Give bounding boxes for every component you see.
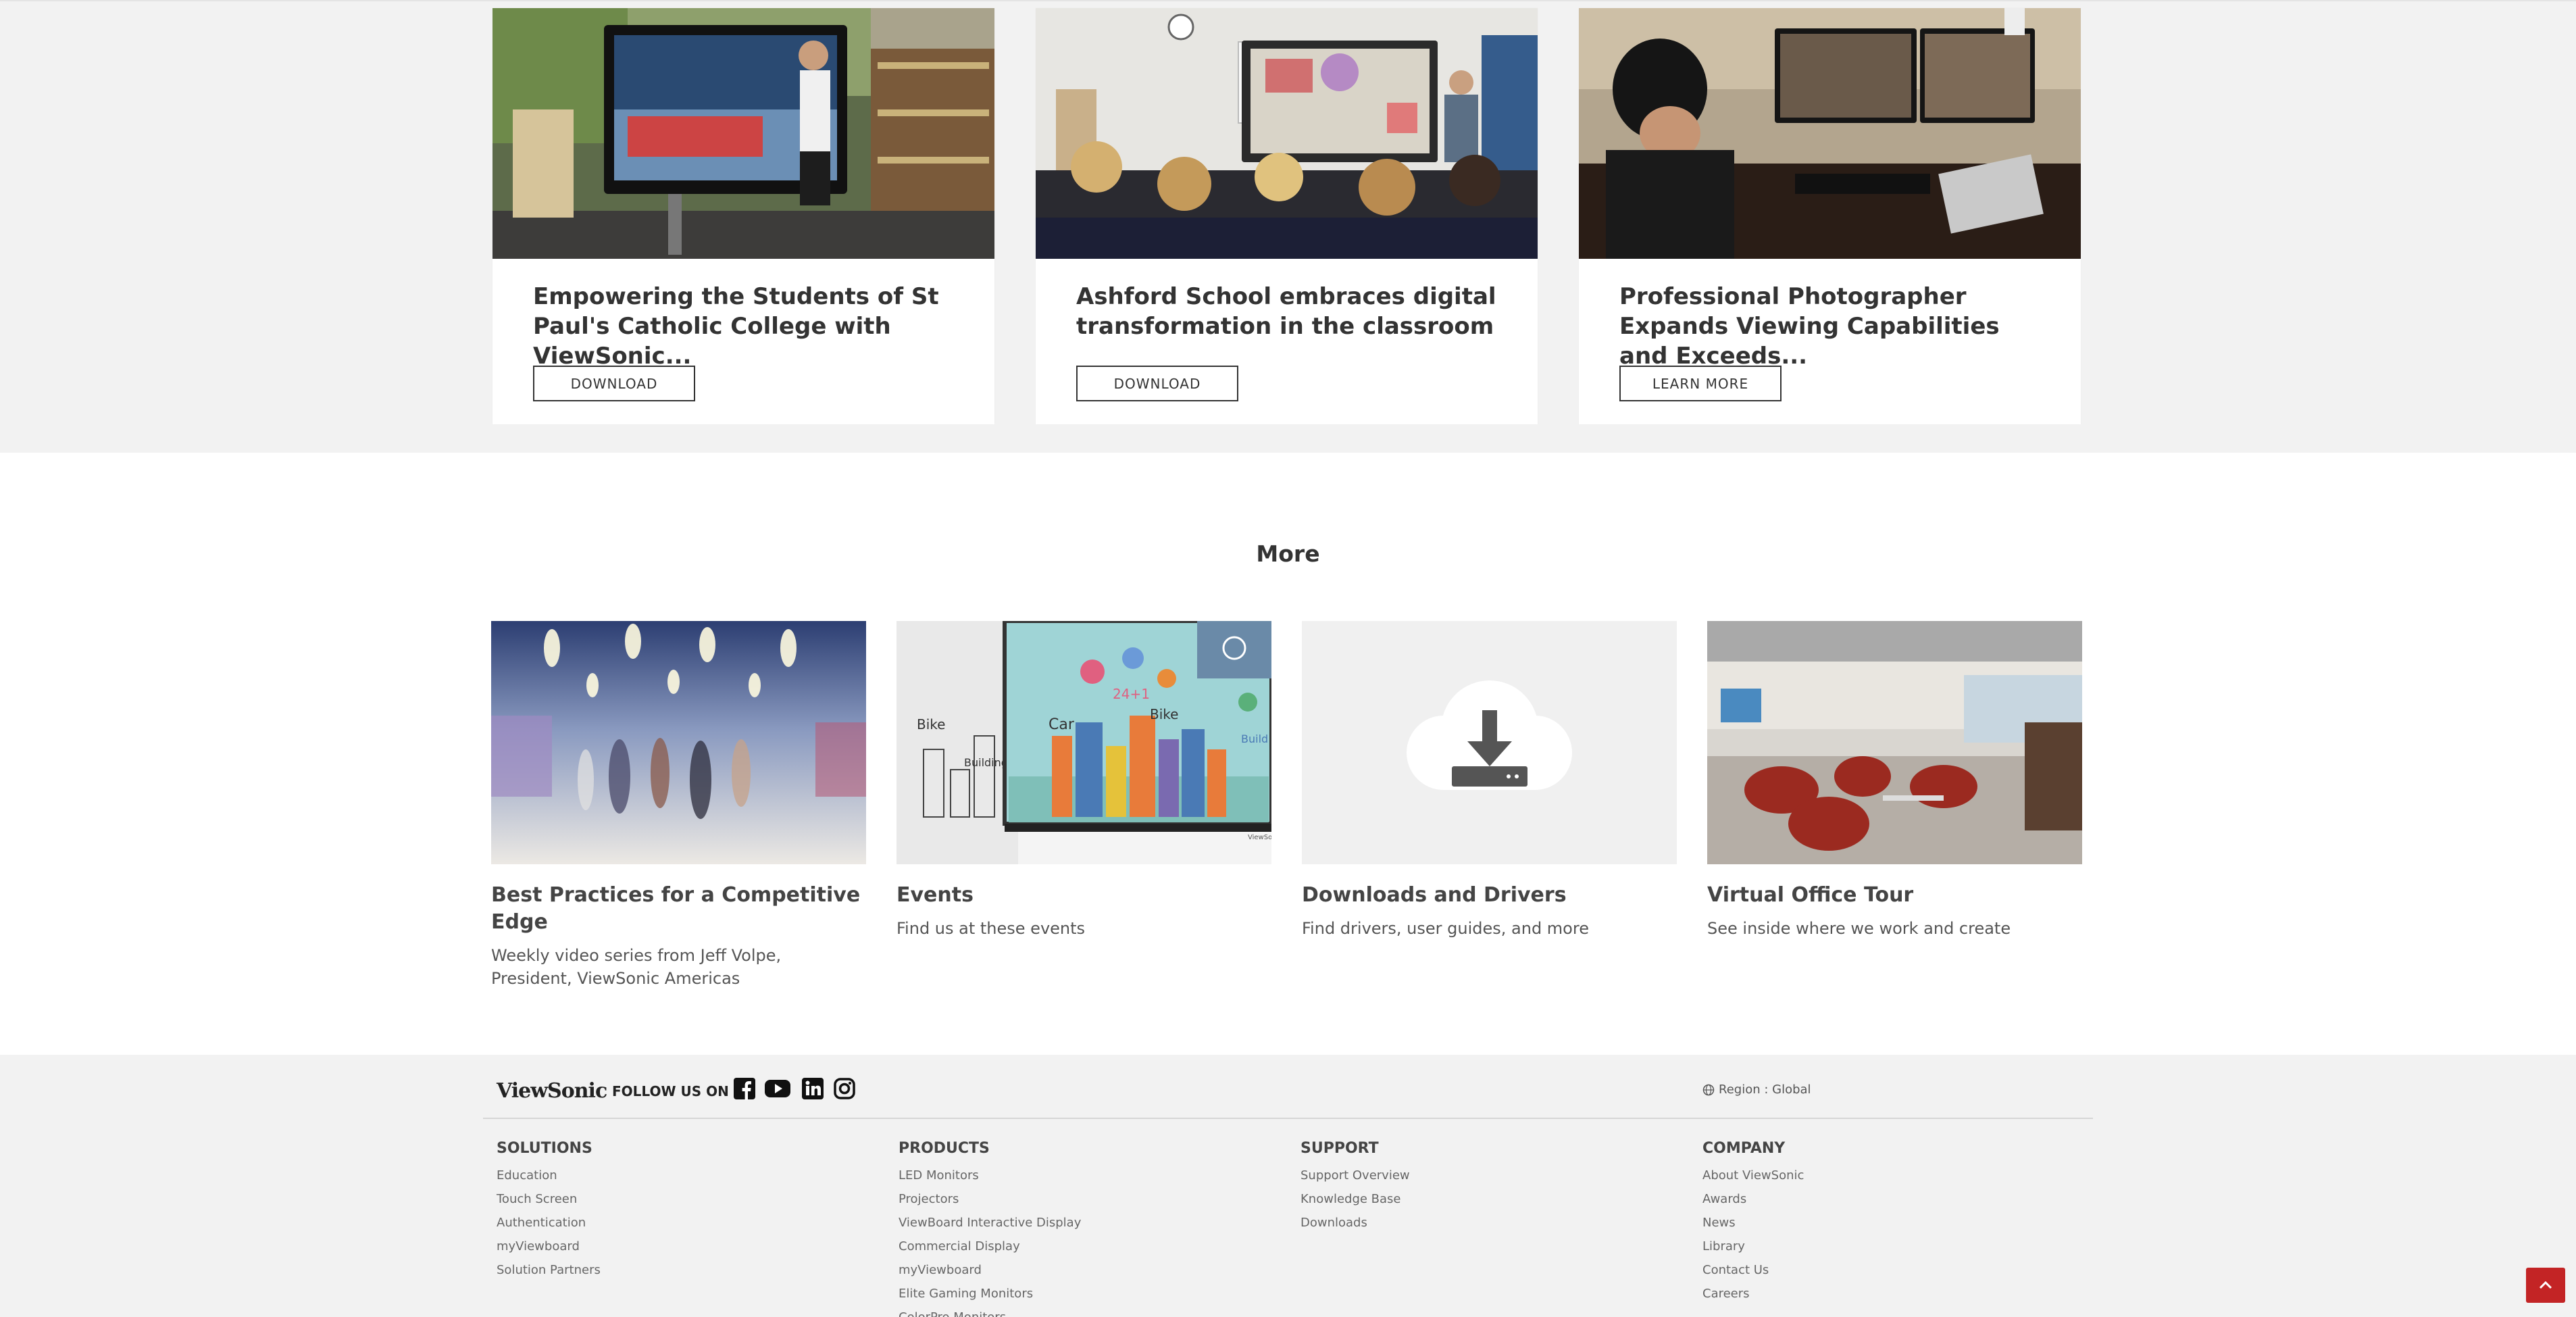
footer-link[interactable]: ColorPro Monitors (899, 1306, 1081, 1317)
more-card-title[interactable]: Downloads and Drivers (1302, 882, 1677, 909)
more-card-description: Find us at these events (896, 919, 1086, 938)
downloads-image[interactable] (1302, 621, 1677, 864)
footer-link[interactable]: Commercial Display (899, 1235, 1081, 1258)
footer-link[interactable]: News (1702, 1211, 1804, 1235)
more-card-description: Find drivers, user guides, and more (1302, 919, 1589, 938)
case-study-card: Empowering the Students of St Paul's Cat… (493, 8, 994, 424)
more-card-events[interactable]: Bike Building Car Bike Build 24+1 ViewSo… (896, 621, 1271, 940)
follow-us-label: FOLLOW US ON (612, 1083, 729, 1099)
footer-link[interactable]: Touch Screen (497, 1187, 601, 1211)
youtube-icon[interactable] (764, 1077, 791, 1100)
case-study-image-photographer[interactable] (1579, 8, 2081, 259)
instagram-icon[interactable] (833, 1077, 856, 1100)
footer-link[interactable]: Careers (1702, 1282, 1804, 1306)
best-practices-image[interactable] (491, 621, 866, 864)
virtual-office-image[interactable] (1707, 621, 2082, 864)
footer-link[interactable]: Knowledge Base (1300, 1187, 1410, 1211)
case-study-image-library-display[interactable] (493, 8, 994, 259)
footer-link[interactable]: Downloads (1300, 1211, 1410, 1235)
more-card-description: Weekly video series from Jeff Volpe, Pre… (491, 946, 782, 988)
footer-link[interactable]: LED Monitors (899, 1164, 1081, 1187)
events-brand-text: ViewSonic (1248, 834, 1271, 841)
footer-link[interactable]: ViewBoard Interactive Display (899, 1211, 1081, 1235)
facebook-icon[interactable] (733, 1077, 756, 1100)
footer-column-products: PRODUCTS LED Monitors Projectors ViewBoa… (899, 1140, 1081, 1317)
viewsonic-logo[interactable]: ViewSonic (497, 1079, 607, 1103)
more-card-virtual-office[interactable]: Virtual Office Tour See inside where we … (1707, 621, 2082, 940)
case-study-title[interactable]: Empowering the Students of St Paul's Cat… (533, 282, 965, 371)
footer-column-heading: SOLUTIONS (497, 1140, 592, 1157)
footer-link[interactable]: Authentication (497, 1211, 601, 1235)
events-build-text: Build (1241, 732, 1268, 745)
more-card-title[interactable]: Best Practices for a Competitive Edge (491, 882, 866, 936)
footer-divider (483, 1118, 2093, 1119)
case-study-card: Professional Photographer Expands Viewin… (1579, 8, 2081, 424)
events-car-text: Car (1049, 716, 1075, 733)
linkedin-icon[interactable] (801, 1077, 824, 1100)
footer-column-company: COMPANY About ViewSonic Awards News Libr… (1702, 1140, 1804, 1306)
region-label: Region : Global (1719, 1083, 1811, 1097)
globe-icon (1702, 1084, 1715, 1095)
learn-more-button[interactable]: LEARN MORE (1619, 366, 1782, 401)
footer-link[interactable]: Awards (1702, 1187, 1804, 1211)
case-study-title[interactable]: Professional Photographer Expands Viewin… (1619, 282, 2052, 371)
footer-link[interactable]: Education (497, 1164, 601, 1187)
download-button[interactable]: DOWNLOAD (1076, 366, 1238, 401)
case-studies-section: Empowering the Students of St Paul's Cat… (0, 0, 2576, 453)
more-card-description: See inside where we work and create (1707, 919, 2011, 938)
events-bike-text: Bike (917, 716, 945, 732)
chevron-up-icon (2539, 1281, 2552, 1289)
more-card-best-practices[interactable]: Best Practices for a Competitive Edge We… (491, 621, 866, 990)
footer-link[interactable]: Library (1702, 1235, 1804, 1258)
more-card-downloads[interactable]: Downloads and Drivers Find drivers, user… (1302, 621, 1677, 940)
more-card-title[interactable]: Virtual Office Tour (1707, 882, 2082, 909)
footer-column-support: SUPPORT Support Overview Knowledge Base … (1300, 1140, 1410, 1235)
footer-link[interactable]: Projectors (899, 1187, 1081, 1211)
more-section-heading: More (1256, 541, 1320, 567)
footer-link[interactable]: myViewboard (497, 1235, 601, 1258)
footer-column-heading: SUPPORT (1300, 1140, 1379, 1157)
more-card-title[interactable]: Events (896, 882, 1271, 909)
footer-link[interactable]: Contact Us (1702, 1258, 1804, 1282)
download-button[interactable]: DOWNLOAD (533, 366, 695, 401)
footer-link[interactable]: Solution Partners (497, 1258, 601, 1282)
events-bike2-text: Bike (1150, 706, 1178, 722)
case-study-image-classroom[interactable] (1036, 8, 1538, 259)
region-selector[interactable]: Region : Global (1702, 1083, 1811, 1097)
footer-link[interactable]: Support Overview (1300, 1164, 1410, 1187)
events-image[interactable]: Bike Building Car Bike Build 24+1 ViewSo (896, 621, 1271, 864)
case-study-card: Ashford School embraces digital transfor… (1036, 8, 1538, 424)
footer-column-solutions: SOLUTIONS Education Touch Screen Authent… (497, 1140, 601, 1282)
case-study-title[interactable]: Ashford School embraces digital transfor… (1076, 282, 1509, 341)
footer-link[interactable]: Elite Gaming Monitors (899, 1282, 1081, 1306)
events-date-text: 24+1 (1113, 686, 1150, 702)
footer-column-heading: COMPANY (1702, 1140, 1786, 1157)
footer-link[interactable]: About ViewSonic (1702, 1164, 1804, 1187)
footer-link[interactable]: myViewboard (899, 1258, 1081, 1282)
footer-column-heading: PRODUCTS (899, 1140, 990, 1157)
scroll-to-top-button[interactable] (2526, 1268, 2565, 1303)
events-building-text: Building (964, 756, 1008, 769)
site-footer: ViewSonic FOLLOW US ON Region : Global S… (0, 1055, 2576, 1317)
